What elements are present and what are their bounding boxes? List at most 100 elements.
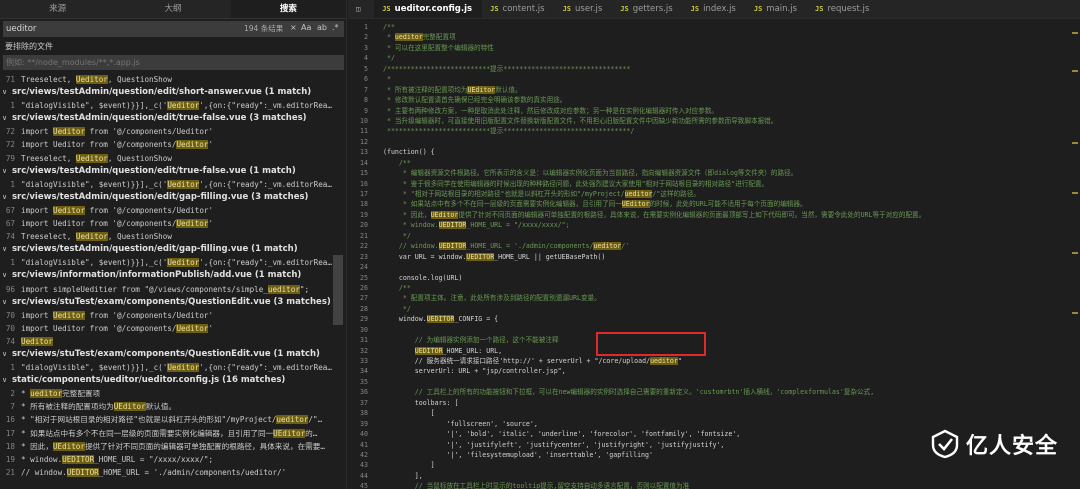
result-file[interactable]: ∨ static/components/ueditor/ueditor.confi… bbox=[0, 374, 340, 387]
line-number: 72 bbox=[5, 140, 15, 150]
js-file-icon: JS bbox=[620, 5, 629, 13]
result-file[interactable]: ∨ src/views/stuTest/exam/components/Quest… bbox=[0, 296, 340, 309]
line-number: 70 bbox=[5, 323, 15, 333]
text-segment: console.log(URL) bbox=[383, 273, 463, 282]
code-line: 17 * "相对于网站根目录的相对路径"也就是以斜杠开头的形如"/myProje… bbox=[348, 189, 1068, 199]
editor-tab[interactable]: JS request.js bbox=[807, 0, 879, 18]
search-input[interactable] bbox=[6, 22, 186, 36]
text-segment: // window. bbox=[21, 467, 67, 477]
regex-icon[interactable]: .* bbox=[332, 23, 339, 32]
result-match[interactable]: 74 Treeselect, Ueditor, QuestionShow bbox=[0, 230, 340, 243]
match-case-icon[interactable]: Aa bbox=[301, 23, 311, 32]
code-text: * 修改默认配置请首先确保已经完全明确该参数的真实用途。 bbox=[383, 96, 566, 104]
result-match[interactable]: 71 Treeselect, Ueditor, QuestionShow bbox=[0, 73, 340, 86]
search-highlight: ueditor bbox=[624, 190, 653, 198]
result-match[interactable]: 2 * ueditor完整配置项 bbox=[0, 387, 340, 400]
scroll-mark bbox=[1072, 312, 1078, 314]
code-line: 11 **************************提示*********… bbox=[348, 126, 1068, 136]
text-segment: _HOME_URL = './admin/components/ bbox=[466, 242, 594, 251]
code-line: 45 // 当鼠标放在工具栏上时显示的tooltip提示,留空支持自动多语言配置… bbox=[348, 481, 1068, 489]
code-line: 6 * bbox=[348, 74, 1068, 84]
code-line: 33 // 服务器统一请求接口路径'http://' + serverUrl +… bbox=[348, 356, 1068, 366]
result-match[interactable]: 96 import simpleUeditier from "@/views/co… bbox=[0, 283, 340, 296]
result-match[interactable]: 1 "dialogVisible", $event)}}],_c('Ueditor… bbox=[0, 256, 340, 269]
editor-tab[interactable]: JS content.js bbox=[482, 0, 554, 18]
result-match[interactable]: 17 * 如果站点中有多个不在同一层级的页面需要实例化编辑器，且引用了同一UEdi… bbox=[0, 427, 340, 440]
result-file[interactable]: ∨ src/views/testAdmin/question/edit/gap-f… bbox=[0, 191, 340, 204]
result-match[interactable]: 79 Treeselect, Ueditor, QuestionShow bbox=[0, 152, 340, 165]
editor-tab[interactable]: JS index.js bbox=[683, 0, 746, 18]
result-file[interactable]: ∨ src/views/testAdmin/question/edit/gap-f… bbox=[0, 243, 340, 256]
result-match[interactable]: 19 * window.UEDITOR_HOME_URL = "/xxxx/xxx… bbox=[0, 453, 340, 466]
line-number: 23 bbox=[360, 252, 368, 261]
result-match[interactable]: 1 "dialogVisible", $event)}}],_c('Ueditor… bbox=[0, 361, 340, 374]
tab-search[interactable]: 搜索 bbox=[230, 0, 346, 18]
text-segment: 完整配置项 bbox=[62, 389, 101, 399]
line-number: 44 bbox=[360, 471, 368, 480]
result-file[interactable]: ∨ src/views/information/informationPublis… bbox=[0, 269, 340, 282]
chevron-down-icon: ∨ bbox=[2, 349, 8, 358]
code-text: * 鉴于很多同学在使用编辑器的时候出现的种种路径问题，此处强烈建议大家使用"相对… bbox=[383, 180, 768, 188]
search-highlight: UEDITOR bbox=[438, 242, 467, 251]
tab-outline[interactable]: 大纲 bbox=[115, 0, 230, 18]
editor-tab[interactable]: JS getters.js bbox=[612, 0, 682, 18]
text-segment: from '@/components/Ueditor' bbox=[85, 310, 214, 320]
result-match[interactable]: 16 * "相对于网站根目录的相对路径"也就是以斜杠开头的形如"/myProjec… bbox=[0, 413, 340, 426]
brand-logo-icon bbox=[931, 429, 959, 459]
result-match[interactable]: 70 import Ueditor from '@/components/Uedi… bbox=[0, 309, 340, 322]
result-file[interactable]: ∨ src/views/stuTest/exam/components/Quest… bbox=[0, 348, 340, 361]
result-match[interactable]: 72 import Ueditor from '@/components/Uedi… bbox=[0, 138, 340, 151]
result-match[interactable]: 1 "dialogVisible", $event)}}],_c('Ueditor… bbox=[0, 99, 340, 112]
line-number: 39 bbox=[360, 419, 368, 428]
search-highlight: Ueditor bbox=[53, 205, 86, 215]
line-number: 15 bbox=[360, 169, 368, 178]
line-number: 1 bbox=[10, 179, 15, 189]
text-segment: Treeselect, bbox=[21, 232, 76, 242]
editor-scrollbar[interactable] bbox=[1070, 22, 1078, 482]
search-highlight: UEDITOR bbox=[438, 221, 467, 230]
exclude-files-label: 要排除的文件 bbox=[5, 42, 53, 51]
text-segment: * 如果站点中有多个不在同一层级的页面需要实例化编辑器，且引用了同一 bbox=[383, 200, 622, 209]
result-match[interactable]: 18 * 因此，UEditor提供了针对不同页面的编辑器可单独配置的根路径，具体来… bbox=[0, 440, 340, 453]
results-scrollbar[interactable] bbox=[333, 255, 343, 325]
result-match[interactable]: 72 import Ueditor from '@/components/Uedi… bbox=[0, 125, 340, 138]
result-match[interactable]: 67 import Ueditor from '@/components/Uedi… bbox=[0, 204, 340, 217]
line-number: 33 bbox=[360, 357, 368, 365]
code-area[interactable]: 1/** 2 * ueditor完整配置项 3 * 可以在这里配置整个编辑器的特性 4… bbox=[348, 22, 1068, 489]
code-text: */ bbox=[383, 305, 411, 313]
js-file-icon: JS bbox=[690, 5, 700, 13]
line-number: 36 bbox=[360, 388, 368, 397]
editor-tab[interactable]: JS ueditor.config.js bbox=[374, 0, 483, 18]
search-highlight: Ueditor bbox=[167, 363, 200, 373]
editor-tab[interactable]: JS main.js bbox=[746, 0, 807, 18]
scroll-mark bbox=[1072, 32, 1078, 34]
result-match[interactable]: 70 import Ueditor from '@/components/Uedi… bbox=[0, 322, 340, 335]
text-segment: , QuestionShow bbox=[107, 153, 172, 163]
tab-source[interactable]: 来源 bbox=[0, 0, 115, 18]
result-file[interactable]: ∨ src/views/testAdmin/question/edit/true-… bbox=[0, 165, 340, 178]
result-match[interactable]: 67 import Ueditor from '@/components/Uedi… bbox=[0, 217, 340, 230]
code-line: 12 bbox=[348, 137, 1068, 147]
result-match[interactable]: 1 "dialogVisible", $event)}}],_c('Ueditor… bbox=[0, 178, 340, 191]
text-segment: src/views/information/informationPublish… bbox=[12, 270, 302, 281]
text-segment bbox=[383, 347, 415, 355]
line-number: 31 bbox=[360, 336, 368, 345]
result-file[interactable]: ∨ src/views/testAdmin/question/edit/true-… bbox=[0, 112, 340, 125]
result-match[interactable]: 21 // window.UEDITOR_HOME_URL = './admin/… bbox=[0, 466, 340, 479]
text-segment: 的… bbox=[305, 428, 318, 438]
editor-tab[interactable]: JS user.js bbox=[555, 0, 613, 18]
line-number: 41 bbox=[360, 440, 368, 449]
search-highlight: Ueditor bbox=[176, 323, 209, 333]
code-text: window.UEDITOR_CONFIG = { bbox=[383, 315, 498, 324]
result-file[interactable]: ∨ src/views/testAdmin/question/edit/short… bbox=[0, 86, 340, 99]
text-segment: * 当升级编辑器时，可直接使用旧版配置文件替换新版配置文件，不用担心旧版配置文件… bbox=[383, 116, 778, 125]
split-editor-button[interactable]: ◫ bbox=[348, 0, 374, 18]
result-match[interactable]: 7 * 所有被注释的配置项均为UEditor默认值。 bbox=[0, 400, 340, 413]
whole-word-icon[interactable]: ab bbox=[317, 23, 327, 32]
clear-search-icon[interactable]: × bbox=[290, 23, 297, 32]
code-line: 22 // window.UEDITOR_HOME_URL = './admin… bbox=[348, 241, 1068, 251]
code-text: /** bbox=[383, 159, 411, 167]
result-match[interactable]: 74 Ueditor bbox=[0, 335, 340, 348]
text-segment: * 因此， bbox=[21, 441, 53, 451]
exclude-files-input[interactable] bbox=[6, 55, 336, 70]
